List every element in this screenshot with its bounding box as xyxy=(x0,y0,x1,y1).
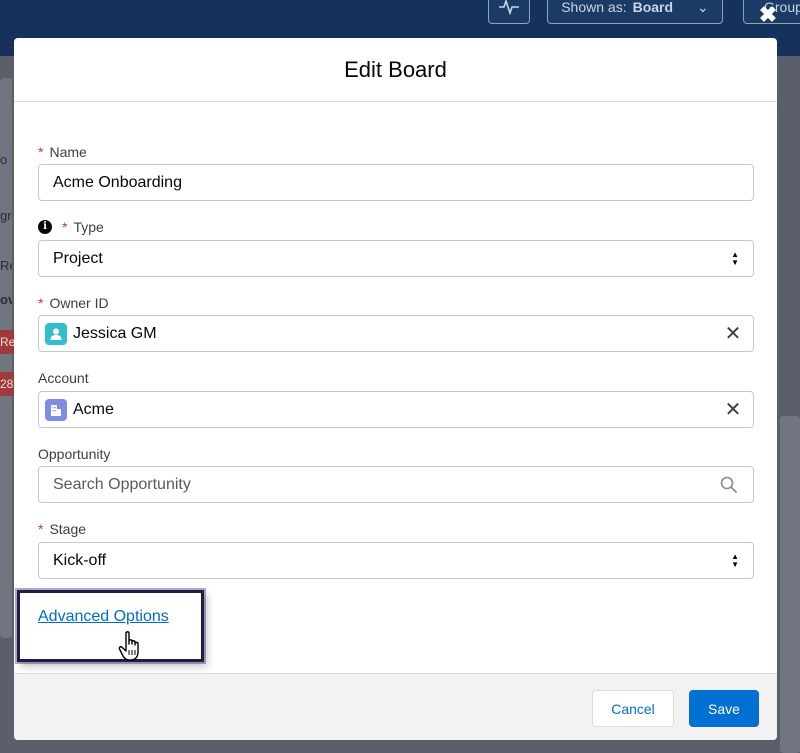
user-icon xyxy=(45,322,67,345)
modal-title: Edit Board xyxy=(344,57,447,82)
highlight-frame xyxy=(17,590,204,662)
type-value: Project xyxy=(53,249,103,267)
name-label: * Name xyxy=(38,144,87,160)
save-button[interactable]: Save xyxy=(689,690,759,727)
background-fragment: gr xyxy=(0,208,12,223)
account-icon xyxy=(45,398,67,421)
type-label-text: Type xyxy=(73,219,104,235)
type-label: i * Type xyxy=(38,219,104,235)
owner-label-text: Owner ID xyxy=(49,295,109,311)
cancel-button[interactable]: Cancel xyxy=(592,690,674,727)
name-label-text: Name xyxy=(49,144,87,160)
clear-owner-icon[interactable]: ✕ xyxy=(723,321,743,346)
background-fragment: o xyxy=(0,152,8,167)
required-marker: * xyxy=(38,144,44,160)
required-marker: * xyxy=(38,521,44,537)
search-icon xyxy=(720,476,737,493)
clear-account-icon[interactable]: ✕ xyxy=(723,397,743,422)
type-select[interactable]: Project ▲ ▼ xyxy=(38,240,754,277)
stage-label-text: Stage xyxy=(49,521,87,537)
modal-header: Edit Board xyxy=(14,38,777,102)
account-value: Acme xyxy=(73,400,114,418)
shown-as-label: Shown as: xyxy=(561,0,627,15)
advanced-options-link[interactable]: Advanced Options xyxy=(38,608,169,626)
owner-label: * Owner ID xyxy=(38,295,109,311)
edit-board-modal: Edit Board * Name Acme Onboarding i * Ty… xyxy=(14,38,777,740)
select-arrows-icon: ▲ ▼ xyxy=(731,249,739,267)
name-input[interactable]: Acme Onboarding xyxy=(38,164,754,201)
account-lookup[interactable]: Acme ✕ xyxy=(38,391,754,428)
opportunity-label: Opportunity xyxy=(38,446,110,462)
hand-cursor-icon xyxy=(118,631,139,661)
opportunity-label-text: Opportunity xyxy=(38,446,111,462)
name-value: Acme Onboarding xyxy=(53,173,182,191)
required-marker: * xyxy=(62,219,68,235)
activity-button[interactable] xyxy=(488,0,530,24)
pulse-icon xyxy=(499,0,519,15)
shown-as-dropdown[interactable]: Shown as: Board ⌄ xyxy=(547,0,723,24)
required-marker: * xyxy=(38,295,44,311)
modal-body: * Name Acme Onboarding i * Type Project … xyxy=(14,102,777,672)
close-icon[interactable]: ✖ xyxy=(757,4,779,26)
background-fragment: ov xyxy=(0,292,12,307)
opportunity-search-input[interactable]: Search Opportunity xyxy=(38,466,754,503)
account-label: Account xyxy=(38,370,89,386)
modal-footer: Cancel Save xyxy=(14,673,777,740)
shown-as-value: Board xyxy=(632,0,674,15)
chevron-down-icon: ⌄ xyxy=(697,0,709,15)
owner-value: Jessica GM xyxy=(73,324,157,342)
stage-label: * Stage xyxy=(38,521,86,537)
info-icon[interactable]: i xyxy=(38,220,52,234)
owner-lookup[interactable]: Jessica GM ✕ xyxy=(38,315,754,352)
select-arrows-icon: ▲ ▼ xyxy=(731,551,739,569)
stage-value: Kick-off xyxy=(53,551,107,569)
account-label-text: Account xyxy=(38,370,89,386)
background-fragment: Re xyxy=(0,258,12,273)
opportunity-placeholder: Search Opportunity xyxy=(53,475,191,493)
stage-select[interactable]: Kick-off ▲ ▼ xyxy=(38,542,754,579)
background-card xyxy=(780,416,800,753)
